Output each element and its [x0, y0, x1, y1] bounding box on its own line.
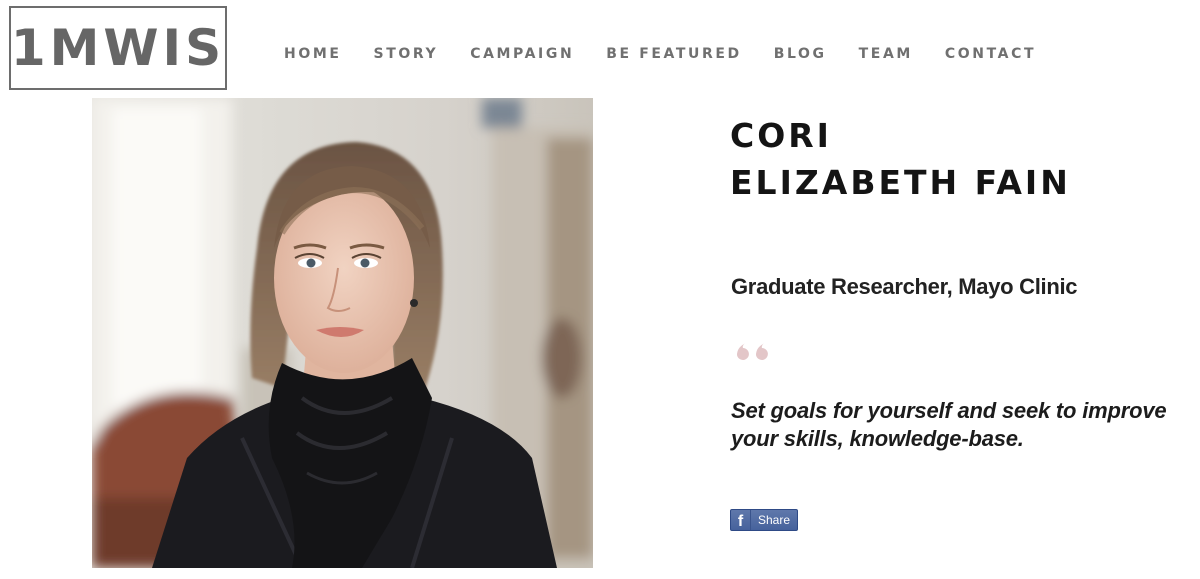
nav-blog[interactable]: BLOG	[774, 46, 827, 62]
site-logo[interactable]: 1MWIS	[9, 6, 227, 90]
quote-text: Set goals for yourself and seek to impro…	[731, 398, 1167, 451]
nav-be-featured[interactable]: BE FEATURED	[606, 46, 741, 62]
profile-name-first: CORI	[730, 116, 832, 155]
nav-home[interactable]: HOME	[284, 46, 342, 62]
profile-role: Graduate Researcher, Mayo Clinic	[731, 274, 1078, 299]
logo-text: 1MWIS	[10, 19, 226, 77]
nav-campaign[interactable]: CAMPAIGN	[470, 46, 574, 62]
profile-name-last: ELIZABETH FAIN	[730, 163, 1071, 202]
portrait-photo	[92, 98, 593, 568]
nav-story[interactable]: STORY	[374, 46, 439, 62]
nav-team[interactable]: TEAM	[859, 46, 913, 62]
facebook-share-button[interactable]: f Share	[730, 509, 798, 531]
nav-contact[interactable]: CONTACT	[945, 46, 1036, 62]
facebook-icon: f	[731, 510, 751, 530]
share-label: Share	[757, 513, 791, 527]
quote-mark-icon	[737, 343, 768, 360]
main-nav: HOME STORY CAMPAIGN BE FEATURED BLOG TEA…	[284, 44, 1036, 64]
profile-name: CORI ELIZABETH FAIN	[730, 112, 1071, 206]
